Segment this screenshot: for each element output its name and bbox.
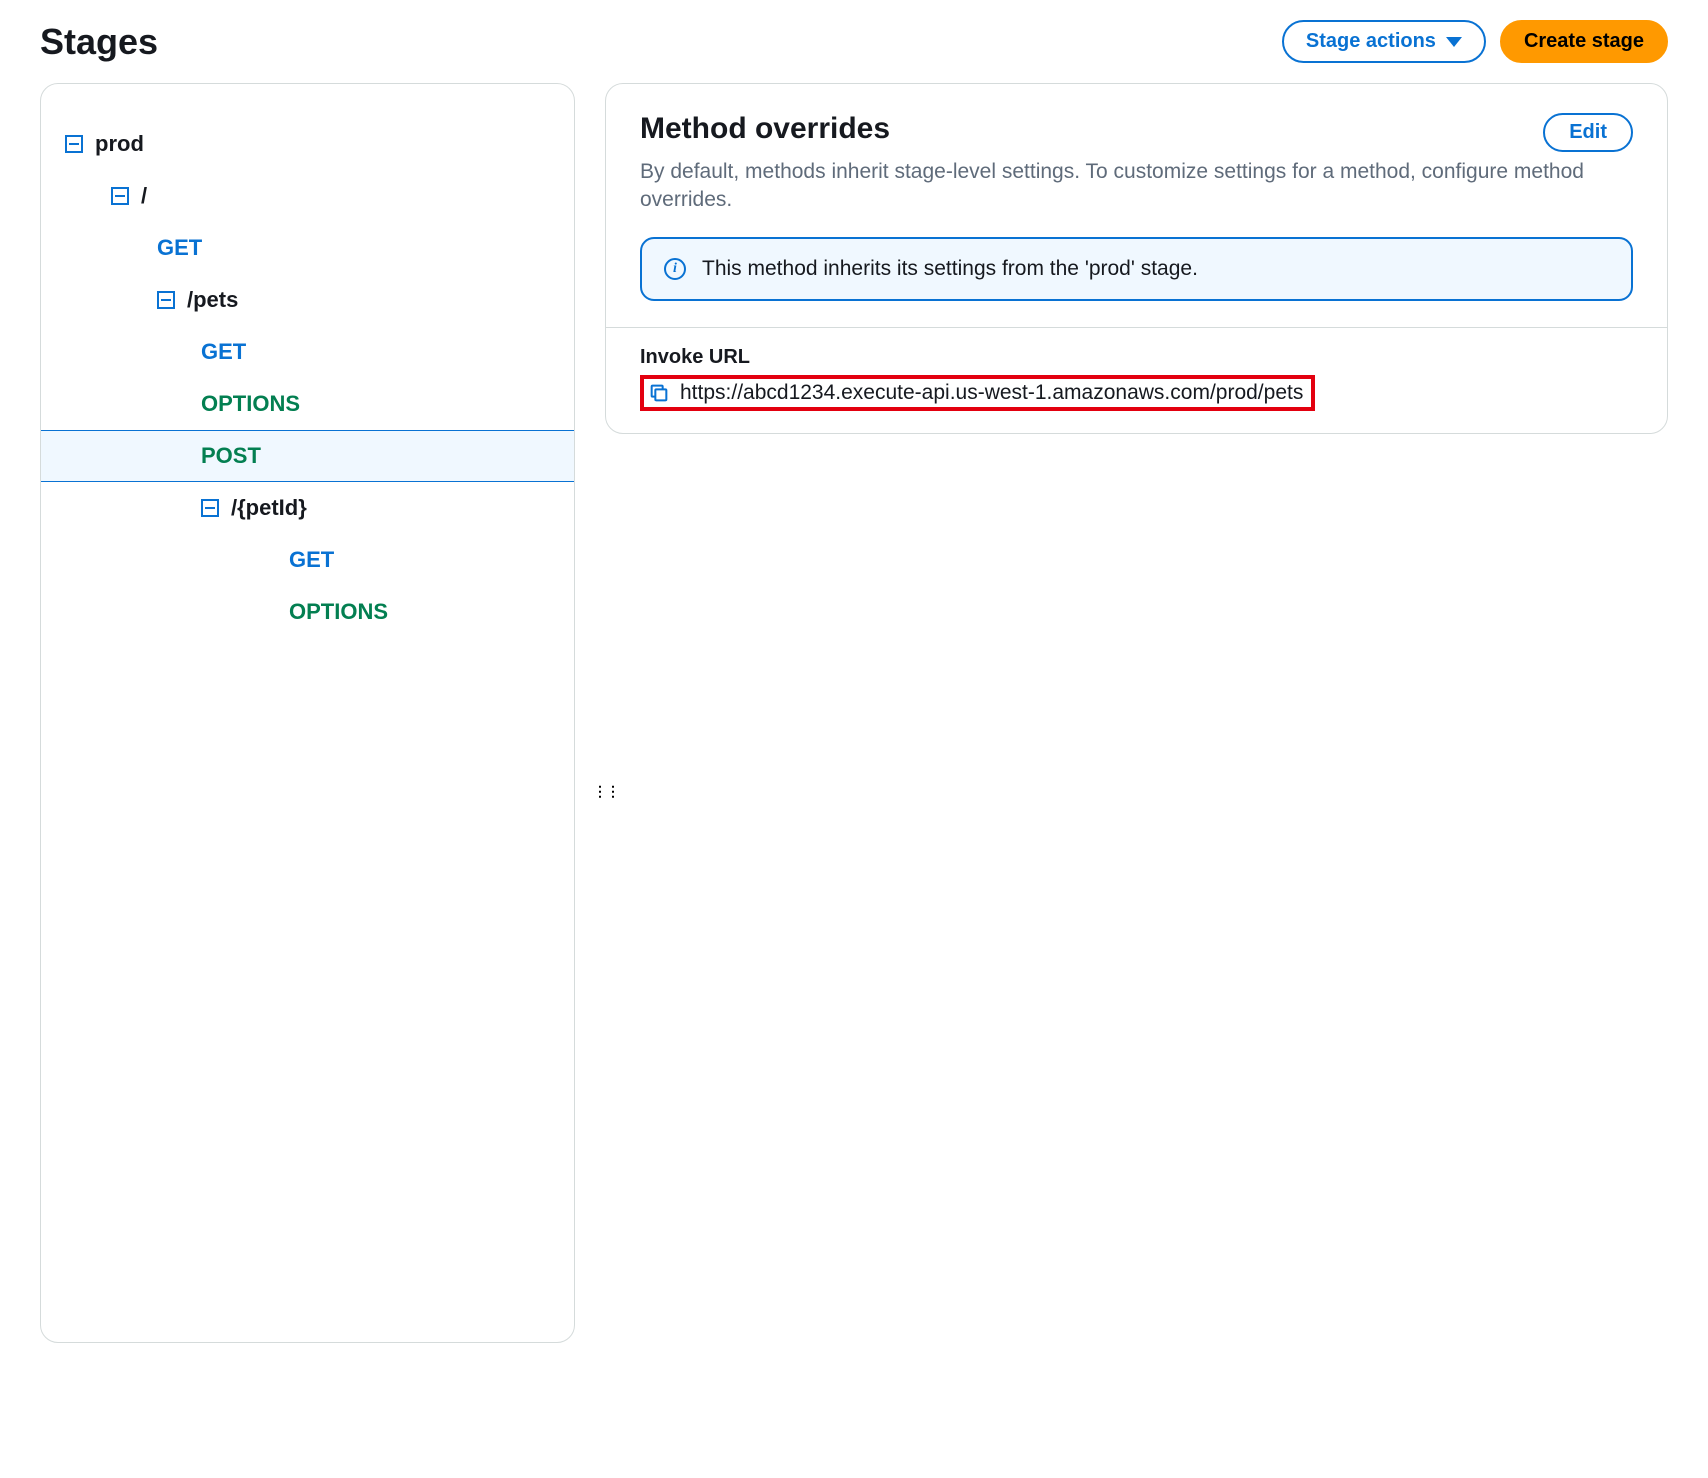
tree-node-pets-post[interactable]: POST xyxy=(41,430,574,482)
splitter-handle[interactable]: ⋮⋮ xyxy=(593,783,605,800)
create-stage-button[interactable]: Create stage xyxy=(1500,20,1668,63)
tree-label-options: OPTIONS xyxy=(289,599,388,625)
collapse-icon[interactable] xyxy=(157,291,175,309)
tree-node-stage[interactable]: prod xyxy=(41,118,574,170)
tree-node-pets-get[interactable]: GET xyxy=(41,326,574,378)
detail-title: Method overrides xyxy=(640,112,890,146)
tree-label-post: POST xyxy=(201,443,261,469)
invoke-url-row: https://abcd1234.execute-api.us-west-1.a… xyxy=(640,375,1315,411)
caret-down-icon xyxy=(1446,37,1462,47)
tree-node-petid-get[interactable]: GET xyxy=(41,534,574,586)
tree-node-petid[interactable]: /{petId} xyxy=(41,482,574,534)
tree-label-root: / xyxy=(141,183,147,209)
tree-node-root-get[interactable]: GET xyxy=(41,222,574,274)
invoke-url-label: Invoke URL xyxy=(640,346,1633,369)
tree-node-pets[interactable]: /pets xyxy=(41,274,574,326)
tree-label-get: GET xyxy=(157,235,202,261)
tree-label-stage: prod xyxy=(95,131,144,157)
page-title: Stages xyxy=(40,21,158,63)
header-actions: Stage actions Create stage xyxy=(1282,20,1668,63)
invoke-url-value[interactable]: https://abcd1234.execute-api.us-west-1.a… xyxy=(680,381,1303,405)
tree-node-pets-options[interactable]: OPTIONS xyxy=(41,378,574,430)
tree-label-pets: /pets xyxy=(187,287,238,313)
tree-label-get: GET xyxy=(289,547,334,573)
stages-tree-panel: prod / GET /pets GET OPTIONS POST /{petI… xyxy=(40,83,575,1343)
tree-node-root[interactable]: / xyxy=(41,170,574,222)
method-detail-panel: Method overrides Edit By default, method… xyxy=(605,83,1668,434)
divider xyxy=(606,327,1667,328)
tree-label-get: GET xyxy=(201,339,246,365)
detail-description: By default, methods inherit stage-level … xyxy=(640,158,1633,215)
copy-icon[interactable] xyxy=(648,382,670,404)
collapse-icon[interactable] xyxy=(201,499,219,517)
stage-actions-label: Stage actions xyxy=(1306,30,1436,53)
stage-actions-button[interactable]: Stage actions xyxy=(1282,20,1486,63)
collapse-icon[interactable] xyxy=(65,135,83,153)
edit-button[interactable]: Edit xyxy=(1543,113,1633,152)
tree-label-options: OPTIONS xyxy=(201,391,300,417)
tree-node-petid-options[interactable]: OPTIONS xyxy=(41,586,574,638)
inherit-info-banner: i This method inherits its settings from… xyxy=(640,237,1633,301)
info-icon: i xyxy=(664,258,686,280)
tree-label-petid: /{petId} xyxy=(231,495,307,521)
collapse-icon[interactable] xyxy=(111,187,129,205)
banner-text: This method inherits its settings from t… xyxy=(702,257,1198,281)
